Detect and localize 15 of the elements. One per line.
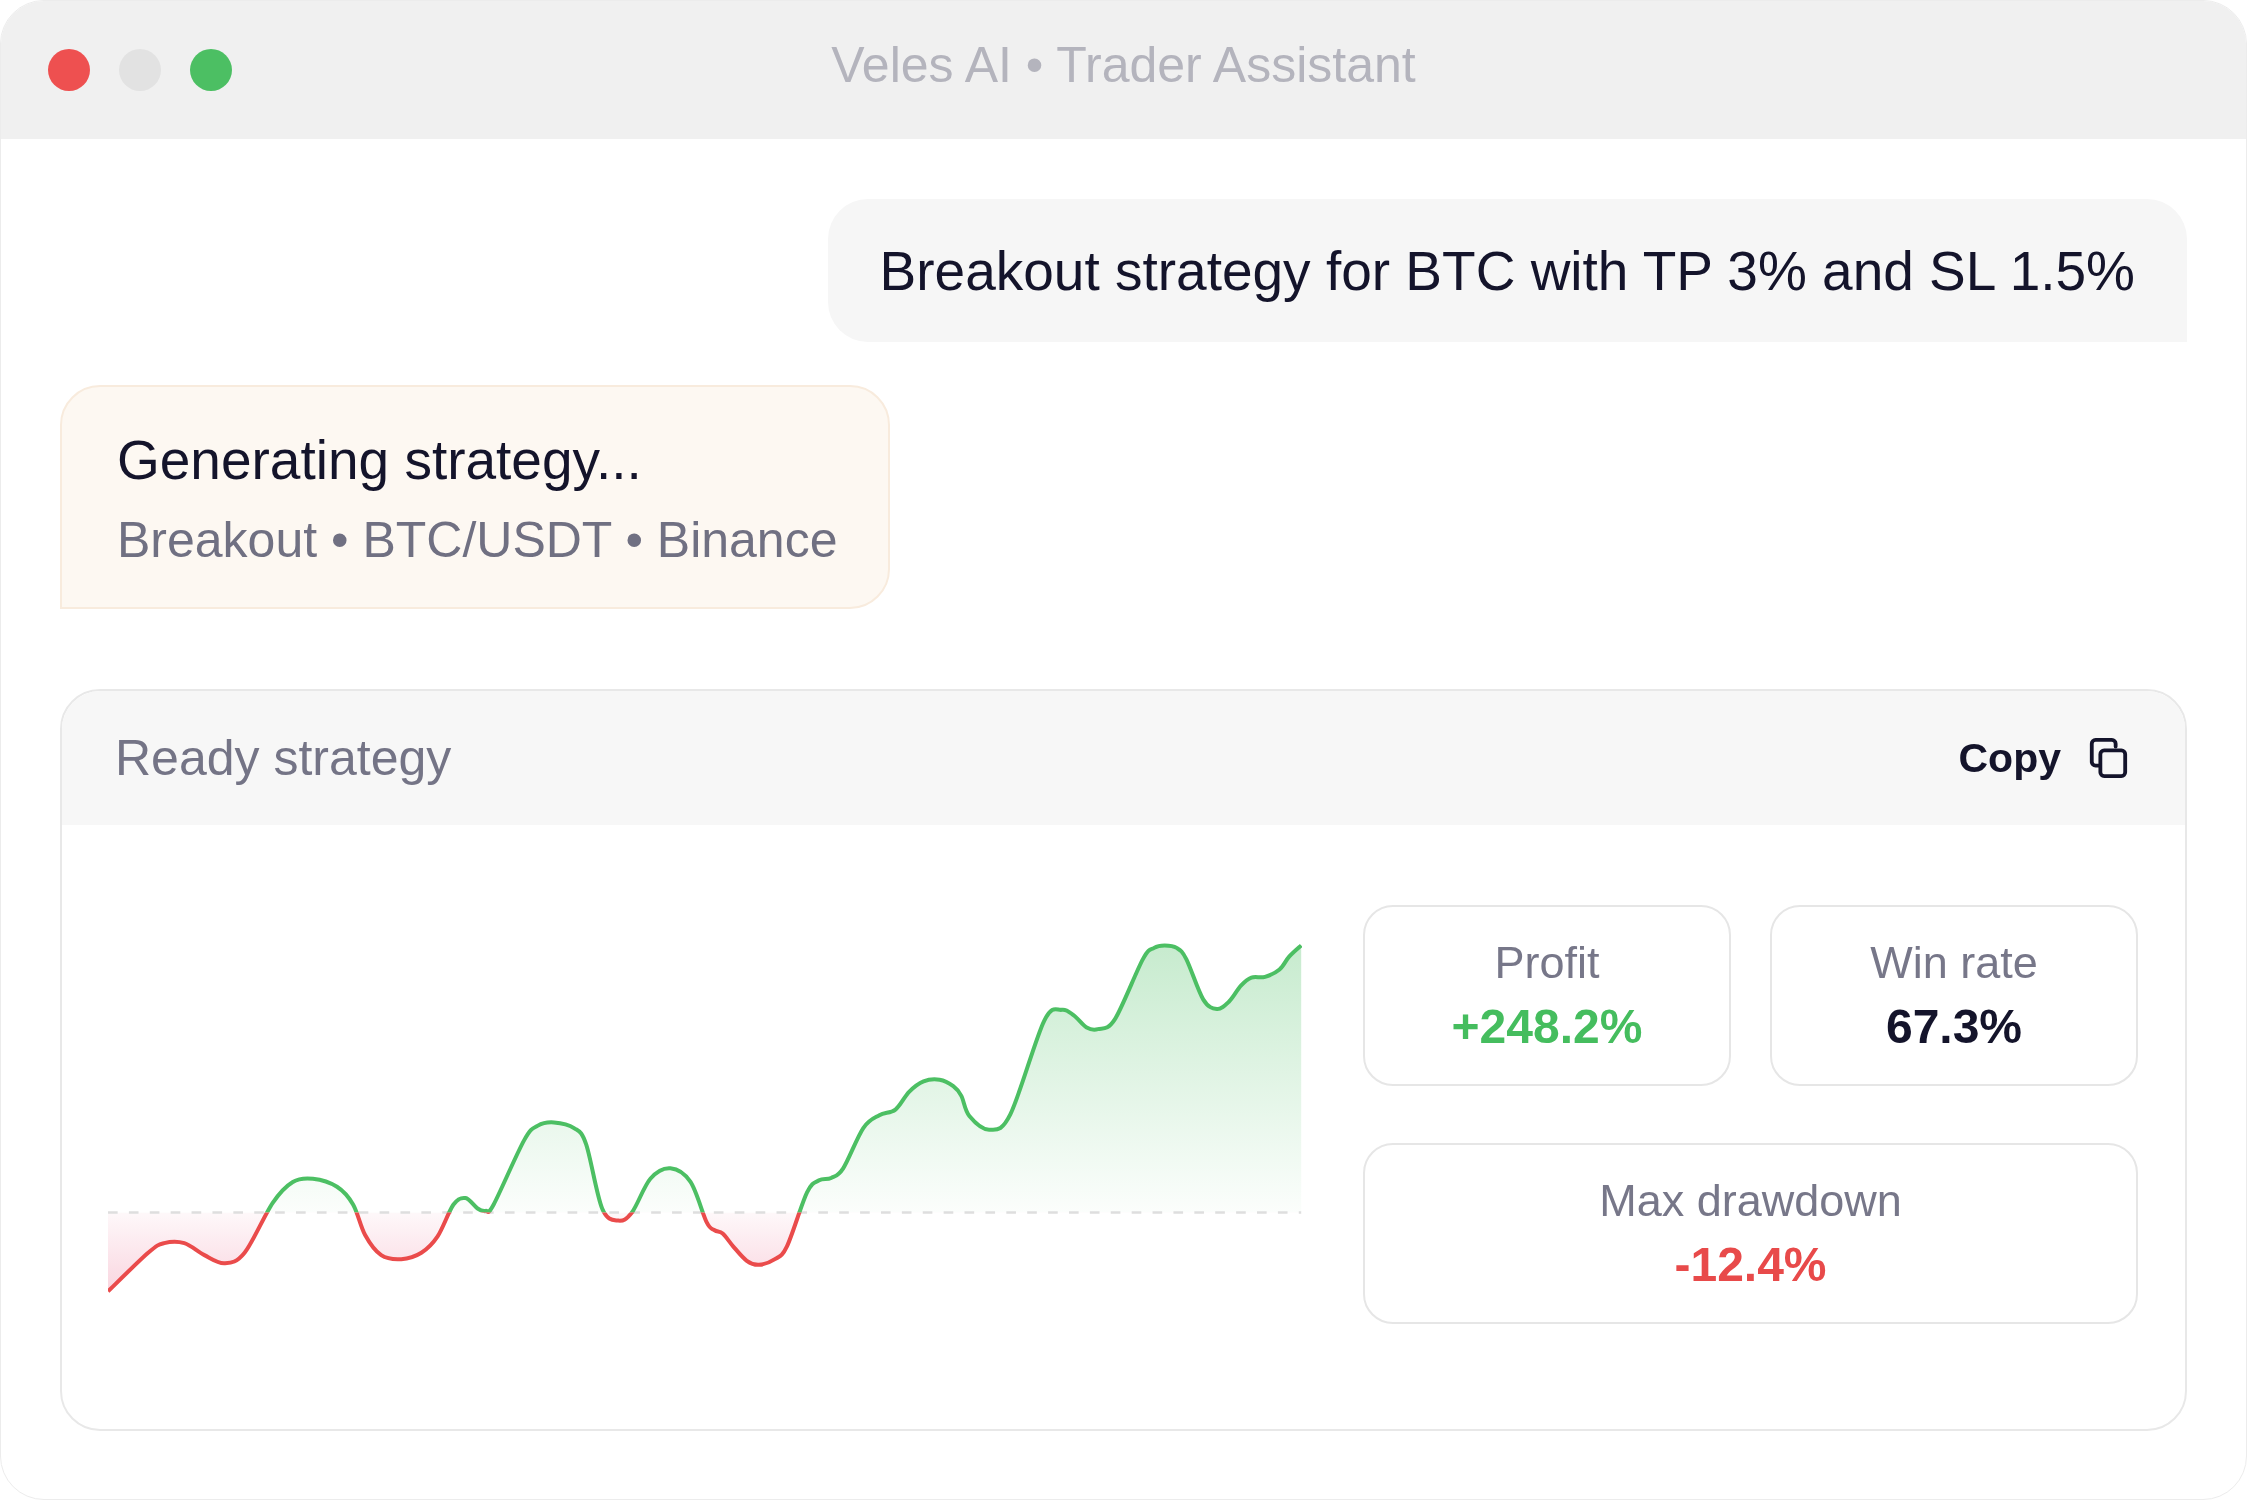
- close-button[interactable]: [48, 49, 90, 91]
- stat-value: +248.2%: [1451, 998, 1643, 1055]
- stat-label: Win rate: [1870, 935, 2038, 990]
- stat-label: Max drawdown: [1599, 1173, 1902, 1228]
- zoom-button[interactable]: [190, 49, 232, 91]
- stat-label: Profit: [1494, 935, 1600, 990]
- user-message: Breakout strategy for BTC with TP 3% and SL 1.5%: [827, 199, 2187, 342]
- status-subtitle: Breakout • BTC/USDT • Binance: [117, 511, 838, 570]
- copy-button[interactable]: Copy: [1958, 734, 2129, 782]
- stat-value: 67.3%: [1885, 998, 2023, 1055]
- copy-icon: [2087, 737, 2129, 779]
- card-title: Ready strategy: [115, 729, 452, 787]
- status-title: Generating strategy...: [117, 428, 642, 492]
- stat-value: -12.4%: [1674, 1236, 1827, 1293]
- window-title: Veles AI • Trader Assistant: [831, 36, 1416, 94]
